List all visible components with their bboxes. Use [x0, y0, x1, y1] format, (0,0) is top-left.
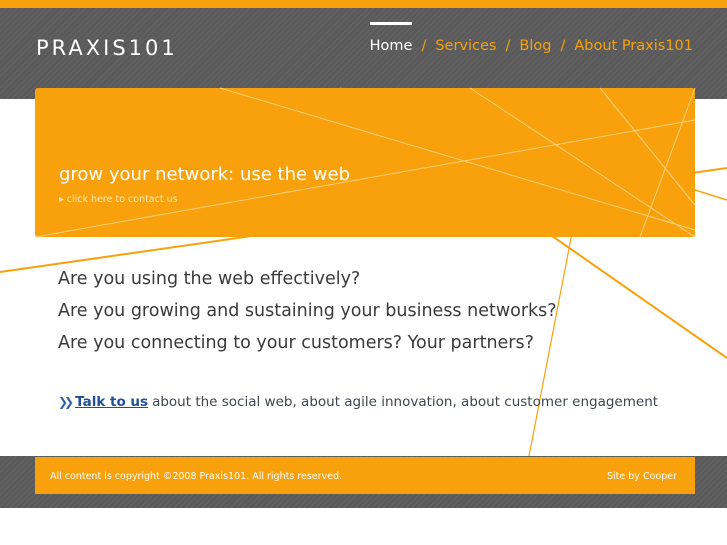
top-accent-stripe: [0, 0, 727, 8]
contact-link[interactable]: ▸ click here to contact us: [59, 194, 178, 205]
banner-title: grow your network: use the web: [59, 164, 351, 185]
site-logo[interactable]: PRAXIS101: [36, 36, 178, 60]
triangle-right-icon: ▸: [59, 194, 67, 205]
question-item: Are you using the web effectively?: [58, 269, 361, 289]
cta-text: about the social web, about agile innova…: [152, 394, 659, 410]
question-item: Are you connecting to your customers? Yo…: [58, 333, 534, 353]
nav-separator: /: [560, 38, 566, 54]
contact-link-label: click here to contact us: [66, 194, 178, 205]
nav-about[interactable]: About Praxis101: [574, 38, 693, 54]
footer: All content is copyright ©2008 Praxis101…: [35, 457, 695, 494]
double-chevron-right-icon: ❯❯: [58, 395, 74, 409]
call-to-action: ❯❯ Talk to us about the social web, abou…: [58, 394, 658, 410]
nav-separator: /: [505, 38, 511, 54]
nav-blog[interactable]: Blog: [519, 38, 551, 54]
question-item: Are you growing and sustaining your busi…: [58, 301, 557, 321]
question-list: Are you using the web effectively? Are y…: [58, 263, 557, 359]
nav-home[interactable]: Home: [369, 22, 412, 54]
hero-banner: grow your network: use the web ▸ click h…: [35, 88, 695, 237]
main-nav: Home / Services / Blog / About Praxis101: [369, 22, 693, 54]
logo-text: PRAXIS101: [36, 36, 178, 60]
nav-services[interactable]: Services: [435, 38, 496, 54]
site-credit-link[interactable]: Site by Cooper: [607, 471, 677, 482]
nav-separator: /: [421, 38, 427, 54]
talk-to-us-link[interactable]: Talk to us: [75, 394, 148, 410]
copyright-text: All content is copyright ©2008 Praxis101…: [50, 471, 343, 482]
